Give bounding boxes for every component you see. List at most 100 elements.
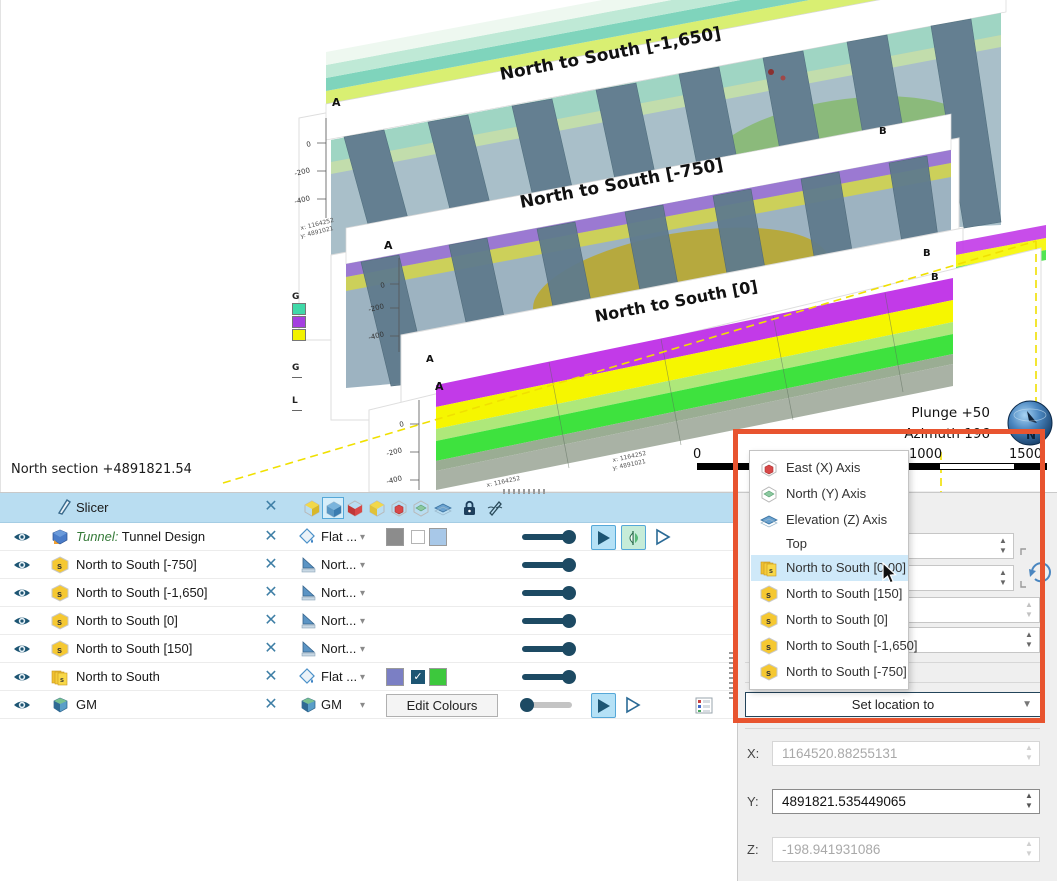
scene-viewport[interactable]: North to South [-1,650] 0 -200 -400 — [0, 0, 1057, 492]
remove-shape-button[interactable]: ✕ — [262, 696, 280, 714]
menu-item-north-to-south--750[interactable]: s North to South [-750] — [751, 659, 908, 685]
colour-swatch-gray[interactable] — [386, 528, 404, 546]
panel-splitter-handle[interactable] — [503, 489, 545, 494]
panel-splitter-vertical-handle[interactable] — [729, 652, 734, 700]
geological-model-icon — [51, 696, 69, 714]
visibility-eye-icon[interactable] — [13, 697, 31, 713]
render-back-button[interactable] — [621, 693, 646, 718]
section-icon: s — [760, 663, 778, 681]
opacity-slider[interactable] — [522, 533, 572, 541]
remove-shape-button[interactable]: ✕ — [262, 640, 280, 658]
slice-mode-remove-back-icon[interactable] — [366, 497, 388, 519]
z-coordinate-field[interactable]: -198.941931086▲▼ — [772, 837, 1040, 862]
chevron-down-icon[interactable]: ▾ — [360, 560, 372, 570]
y-coordinate-field[interactable]: 4891821.535449065▲▼ — [772, 789, 1040, 814]
opacity-slider[interactable] — [522, 561, 572, 569]
opacity-slider[interactable] — [522, 645, 572, 653]
colour-swatch-lightblue[interactable] — [429, 528, 447, 546]
section-icon: s — [760, 611, 778, 629]
shape-row-gm[interactable]: GM ✕ GM ▾ Edit Colours — [0, 691, 737, 719]
menu-item-top[interactable]: Top — [751, 531, 908, 557]
visibility-eye-icon[interactable] — [13, 641, 31, 657]
edit-colours-button[interactable]: Edit Colours — [386, 694, 498, 717]
shader-select[interactable]: Nort... — [321, 641, 361, 656]
visibility-eye-icon[interactable] — [13, 669, 31, 685]
opacity-slider[interactable] — [522, 673, 572, 681]
shader-select[interactable]: Flat ... — [321, 529, 361, 544]
slice-mode-thin-icon[interactable] — [410, 497, 432, 519]
remove-shape-button[interactable]: ✕ — [262, 528, 280, 546]
scalebar-tick-1000: 1000 — [909, 447, 942, 462]
remove-shape-button[interactable]: ✕ — [262, 668, 280, 686]
remove-shape-button[interactable]: ✕ — [262, 612, 280, 630]
slice-mode-active-icon[interactable] — [322, 497, 344, 519]
visibility-eye-icon[interactable] — [13, 529, 31, 545]
chevron-down-icon[interactable]: ▾ — [360, 672, 372, 682]
x-coordinate-field[interactable]: 1164520.88255131▲▼ — [772, 741, 1040, 766]
legend-list-icon[interactable] — [692, 693, 717, 718]
svg-text:A: A — [332, 96, 341, 109]
shader-select[interactable]: Flat ... — [321, 669, 361, 684]
render-back-button[interactable] — [651, 525, 676, 550]
shape-label: North to South [-750] — [76, 557, 197, 572]
svg-text:s: s — [766, 668, 771, 678]
opacity-slider[interactable] — [522, 701, 572, 709]
chevron-down-icon[interactable]: ▾ — [360, 588, 372, 598]
visibility-eye-icon[interactable] — [13, 557, 31, 573]
render-front-button[interactable] — [591, 525, 616, 550]
slice-mode-thick-icon[interactable] — [388, 497, 410, 519]
shape-row-section[interactable]: s North to South [-1,650] ✕ Nort... ▾ — [0, 579, 737, 607]
svg-text:s: s — [766, 590, 771, 600]
shape-row-section[interactable]: s North to South [150] ✕ Nort... ▾ — [0, 635, 737, 663]
slicer-header-row[interactable]: Slicer ✕ — [0, 493, 737, 523]
opacity-slider[interactable] — [522, 589, 572, 597]
shape-row-section[interactable]: s North to South [-750] ✕ Nort... ▾ — [0, 551, 737, 579]
menu-item-north-to-south-0[interactable]: s North to South [0] — [751, 607, 908, 633]
menu-item-east-x-axis[interactable]: East (X) Axis — [751, 455, 908, 481]
colour-swatch-green[interactable] — [429, 668, 447, 686]
legend-label-g: G — [292, 363, 316, 373]
remove-shape-button[interactable]: ✕ — [262, 556, 280, 574]
slice-mode-remove-front-icon[interactable] — [344, 497, 366, 519]
opacity-slider[interactable] — [522, 617, 572, 625]
lock-icon[interactable] — [458, 497, 480, 519]
slice-mode-plane-icon[interactable] — [432, 497, 454, 519]
shape-row-tunnel[interactable]: Tunnel: Tunnel Design ✕ Flat ... ▾ — [0, 523, 737, 551]
chevron-down-icon[interactable]: ▾ — [360, 644, 372, 654]
checkbox-checked[interactable]: ✓ — [411, 670, 425, 684]
sections-stack-icon: s — [760, 559, 778, 577]
chevron-down-icon[interactable]: ▾ — [360, 532, 372, 542]
shape-row-section[interactable]: s North to South [0] ✕ Nort... ▾ — [0, 607, 737, 635]
svg-text:s: s — [60, 677, 64, 684]
menu-item-north-y-axis[interactable]: North (Y) Axis — [751, 481, 908, 507]
set-location-to-dropdown[interactable]: Set location to▼ — [745, 692, 1041, 717]
shader-select[interactable]: Nort... — [321, 585, 361, 600]
menu-item-elevation-z-axis[interactable]: Elevation (Z) Axis — [751, 507, 908, 533]
scalebar-segment — [939, 463, 1015, 470]
remove-shape-button[interactable]: ✕ — [262, 584, 280, 602]
shader-select[interactable]: Nort... — [321, 557, 361, 572]
visibility-eye-icon[interactable] — [13, 585, 31, 601]
slice-mode-none-icon[interactable] — [301, 497, 323, 519]
render-front-button[interactable] — [591, 693, 616, 718]
colour-swatch-purple[interactable] — [386, 668, 404, 686]
section-icon: s — [760, 585, 778, 603]
shape-row-sections-stack[interactable]: s North to South ✕ Flat ... ▾ ✓ — [0, 663, 737, 691]
chevron-down-icon[interactable]: ▾ — [360, 616, 372, 626]
visibility-eye-icon[interactable] — [13, 613, 31, 629]
chevron-down-icon[interactable]: ▾ — [360, 700, 372, 710]
menu-item-north-to-south--1650[interactable]: s North to South [-1,650] — [751, 633, 908, 659]
remove-slicer-button[interactable]: ✕ — [262, 498, 280, 516]
shader-select[interactable]: Nort... — [321, 613, 361, 628]
chevron-down-icon: ▼ — [1022, 693, 1032, 716]
compass-orb[interactable]: N — [1007, 399, 1053, 447]
legend-label-l: L — [292, 396, 316, 406]
shader-select[interactable]: GM — [321, 697, 361, 712]
checkbox-unchecked[interactable] — [411, 530, 425, 544]
section-icon: s — [51, 584, 69, 602]
reset-orientation-icon[interactable] — [1020, 545, 1056, 591]
scalebar-tick-1500: 1500 — [1009, 447, 1042, 462]
slicer-tool-icon[interactable] — [484, 497, 506, 519]
section-icon: s — [51, 612, 69, 630]
flip-faces-button[interactable] — [621, 525, 646, 550]
